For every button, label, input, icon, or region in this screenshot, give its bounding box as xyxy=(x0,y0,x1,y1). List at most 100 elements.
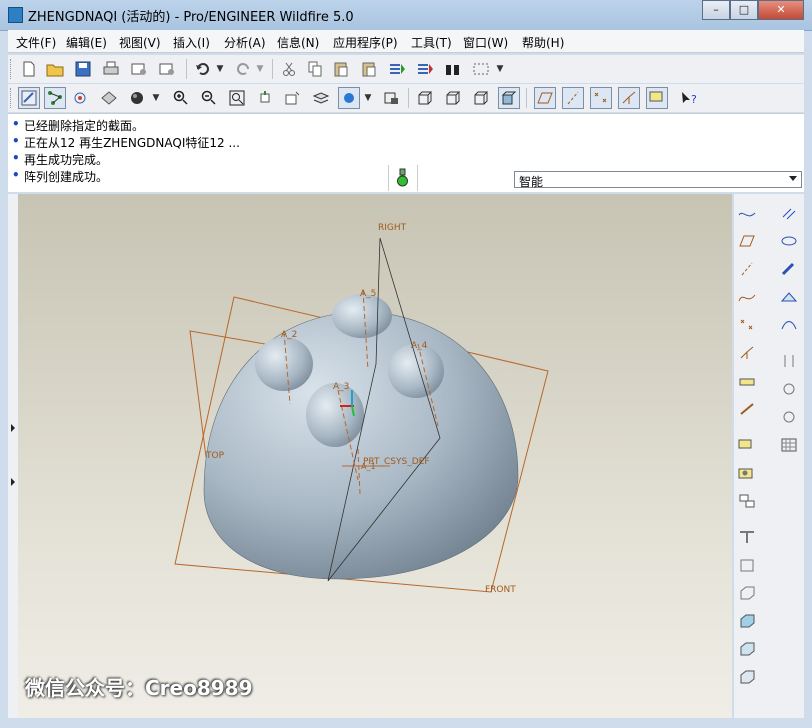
sketch-tool-icon[interactable] xyxy=(736,202,758,224)
bump-feature xyxy=(332,294,392,338)
axis-label: A_4 xyxy=(411,341,428,351)
refit-icon[interactable] xyxy=(226,87,248,109)
camera-tool-icon[interactable] xyxy=(736,462,758,484)
shaded-icon[interactable] xyxy=(498,87,520,109)
menu-insert[interactable]: 插入(I) xyxy=(173,34,210,51)
regenerate-icon[interactable] xyxy=(386,58,408,80)
email-icon[interactable] xyxy=(128,58,150,80)
shading-dropdown-icon[interactable]: ▼ xyxy=(150,87,162,109)
toolbar-grip[interactable] xyxy=(10,88,14,108)
selection-box-icon[interactable] xyxy=(470,58,492,80)
copy-icon[interactable] xyxy=(304,58,326,80)
annotation-display-icon[interactable] xyxy=(646,87,668,109)
regen-manager-icon[interactable] xyxy=(414,58,436,80)
print-icon[interactable] xyxy=(100,58,122,80)
boundary-blend-tool-icon[interactable] xyxy=(778,314,800,336)
feature-toolbar xyxy=(734,194,804,718)
maximize-button[interactable]: □ xyxy=(730,0,758,20)
datum-axis-tool-icon[interactable] xyxy=(736,258,758,280)
saved-views-icon[interactable] xyxy=(282,87,304,109)
paste-special-icon[interactable] xyxy=(358,58,380,80)
zoom-in-icon[interactable] xyxy=(170,87,192,109)
extrude-tool-icon[interactable] xyxy=(778,202,800,224)
undo-icon[interactable] xyxy=(192,58,214,80)
appearance-icon[interactable] xyxy=(338,87,360,109)
hole-tool-icon[interactable] xyxy=(778,350,800,372)
menu-tools[interactable]: 工具(T) xyxy=(411,34,452,51)
close-button[interactable]: ✕ xyxy=(758,0,804,20)
point-display-icon[interactable] xyxy=(590,87,612,109)
context-help-icon[interactable]: ? xyxy=(678,87,700,109)
chevron-down-icon xyxy=(789,176,797,181)
menu-applications[interactable]: 应用程序(P) xyxy=(333,34,398,51)
view-manager-icon[interactable] xyxy=(380,87,402,109)
hidden-line-icon[interactable] xyxy=(442,87,464,109)
pattern-tool-icon[interactable] xyxy=(778,434,800,456)
extend-tool-icon[interactable] xyxy=(736,666,758,688)
csys-display-icon[interactable] xyxy=(618,87,640,109)
datum-point-tool-icon[interactable] xyxy=(736,314,758,336)
email-link-icon[interactable] xyxy=(156,58,178,80)
shell-tool-icon[interactable] xyxy=(778,378,800,400)
reorient-icon[interactable] xyxy=(254,87,276,109)
menu-window[interactable]: 窗口(W) xyxy=(463,34,508,51)
datum-display-icon[interactable] xyxy=(44,87,66,109)
analysis-feature-icon[interactable] xyxy=(736,370,758,392)
shading-icon[interactable] xyxy=(126,87,148,109)
datum-curve-tool-icon[interactable] xyxy=(736,286,758,308)
sweep-tool-icon[interactable] xyxy=(778,258,800,280)
rib-tool-icon[interactable] xyxy=(778,406,800,428)
toolbar-view: ▼ ▼ ? xyxy=(8,84,804,112)
repaint-icon[interactable] xyxy=(18,87,40,109)
message-line: 已经删除指定的截面。 xyxy=(12,117,144,134)
sketch-datum-icon[interactable] xyxy=(736,434,758,456)
trim-tool-icon[interactable] xyxy=(736,610,758,632)
message-line: 阵列创建成功。 xyxy=(12,168,108,185)
layers-icon[interactable] xyxy=(310,87,332,109)
menu-info[interactable]: 信息(N) xyxy=(277,34,319,51)
orientation-icon[interactable] xyxy=(98,87,120,109)
cut-icon[interactable] xyxy=(278,58,300,80)
menu-file[interactable]: 文件(F) xyxy=(16,34,56,51)
minimize-button[interactable]: – xyxy=(702,0,730,20)
chain-tool-icon[interactable] xyxy=(736,398,758,420)
revolve-tool-icon[interactable] xyxy=(778,230,800,252)
toolbar-grip[interactable] xyxy=(10,59,14,79)
merge-tool-icon[interactable] xyxy=(736,582,758,604)
appearance-dropdown-icon[interactable]: ▼ xyxy=(362,87,374,109)
axis-display-icon[interactable] xyxy=(562,87,584,109)
message-line: 正在从12 再生ZHENGDNAQI特征12 ... xyxy=(12,134,240,151)
axis-label: A_2 xyxy=(281,330,298,340)
wireframe-icon[interactable] xyxy=(414,87,436,109)
status-light xyxy=(388,165,418,191)
zoom-out-icon[interactable] xyxy=(198,87,220,109)
menu-help[interactable]: 帮助(H) xyxy=(522,34,564,51)
draft-tool-icon[interactable] xyxy=(736,526,758,548)
selection-filter-value: 智能 xyxy=(519,175,544,189)
new-file-icon[interactable] xyxy=(18,58,40,80)
blend-tool-icon[interactable] xyxy=(778,286,800,308)
graphics-viewport[interactable]: RIGHT TOP FRONT PRT_CSYS_DEF A_2 A_3 A_4… xyxy=(18,194,732,718)
save-icon[interactable] xyxy=(72,58,94,80)
open-folder-icon[interactable] xyxy=(44,58,66,80)
no-hidden-icon[interactable] xyxy=(470,87,492,109)
thicken-tool-icon[interactable] xyxy=(736,554,758,576)
menu-analysis[interactable]: 分析(A) xyxy=(224,34,266,51)
datum-plane-tool-icon[interactable] xyxy=(736,230,758,252)
undo-dropdown-icon[interactable]: ▼ xyxy=(214,58,226,80)
find-binoculars-icon[interactable] xyxy=(442,58,464,80)
window-title: ZHENGDNAQI (活动的) - Pro/ENGINEER Wildfire… xyxy=(28,10,354,25)
redo-icon[interactable] xyxy=(232,58,254,80)
selection-filter-dropdown[interactable]: 智能 xyxy=(514,171,802,189)
selection-dropdown-icon[interactable]: ▼ xyxy=(494,58,506,80)
offset-tool-icon[interactable] xyxy=(736,638,758,660)
bump-feature xyxy=(306,383,364,447)
datum-csys-tool-icon[interactable] xyxy=(736,342,758,364)
redo-dropdown-icon[interactable]: ▼ xyxy=(254,58,266,80)
plane-display-icon[interactable] xyxy=(534,87,556,109)
menu-edit[interactable]: 编辑(E) xyxy=(66,34,107,51)
paste-icon[interactable] xyxy=(330,58,352,80)
menu-view[interactable]: 视图(V) xyxy=(119,34,161,51)
spin-center-icon[interactable] xyxy=(70,87,92,109)
datum-reference-icon[interactable] xyxy=(736,490,758,512)
